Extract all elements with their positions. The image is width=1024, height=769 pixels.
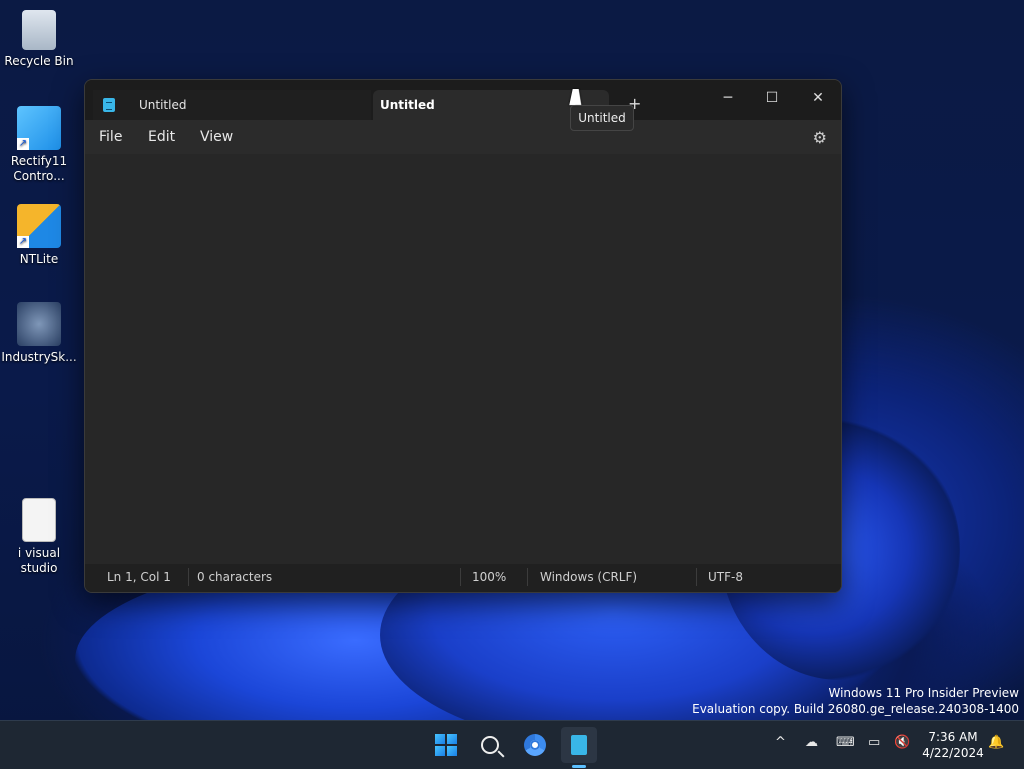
character-count: 0 characters [197,570,273,584]
menu-edit[interactable]: Edit [148,129,175,145]
search-icon [481,736,499,754]
evaluation-watermark: Windows 11 Pro Insider Preview Evaluatio… [692,685,1019,717]
browser-icon [524,734,546,756]
keyboard-icon[interactable]: ⌨ [836,735,855,750]
status-bar: Ln 1, Col 1 0 characters 100% Windows (C… [85,564,841,592]
desktop-icon-label: Recycle Bin [4,54,74,68]
cursor-position: Ln 1, Col 1 [107,570,171,584]
tab-tooltip: Untitled [570,105,634,131]
desktop-icon-label: NTLite [19,252,59,266]
text-file-icon [22,498,56,542]
notification-bell-icon[interactable]: 🔔 [988,735,1004,750]
watermark-line: Evaluation copy. Build 26080.ge_release.… [692,702,1019,716]
search-button[interactable] [472,727,508,763]
onedrive-offline-icon[interactable]: ☁ [805,735,818,750]
status-divider [696,568,697,586]
desktop-icon-recycle-bin[interactable]: Recycle Bin [0,10,78,69]
desktop-icon-ntlite[interactable]: ↗ NTLite [0,204,78,267]
recycle-bin-icon [22,10,56,50]
rectify11-icon: ↗ [17,106,61,150]
show-hidden-icons-button[interactable]: ^ [775,735,786,750]
status-divider [527,568,528,586]
taskbar-notepad[interactable] [561,727,597,763]
desktop-icon-label: Rectify11 Contro... [10,154,68,183]
taskbar-browser[interactable] [517,727,553,763]
zoom-level[interactable]: 100% [472,570,506,584]
tab-label: Untitled [139,98,187,112]
shortcut-arrow-icon: ↗ [17,236,29,248]
volume-muted-icon[interactable]: 🔇 [894,735,910,750]
close-button[interactable]: ✕ [795,84,841,112]
desktop-icon-text-file[interactable]: i visual studio [0,498,78,576]
clock-time: 7:36 AM [928,730,978,744]
tab-label: Untitled [380,98,435,112]
notepad-icon [103,98,115,112]
text-editor-area[interactable] [85,154,841,564]
menu-view[interactable]: View [200,129,233,145]
system-clock[interactable]: 7:36 AM 4/22/2024 [918,729,988,761]
title-bar[interactable]: Untitled Untitled + ─ ☐ ✕ [85,80,841,120]
desktop-icon-rectify11[interactable]: ↗ Rectify11 Contro... [0,106,78,184]
network-icon[interactable]: ▭ [868,735,880,750]
encoding[interactable]: UTF-8 [708,570,743,584]
maximize-button[interactable]: ☐ [749,84,795,112]
menu-bar: File Edit View ⚙ [85,120,841,154]
status-divider [188,568,189,586]
status-divider [460,568,461,586]
start-button[interactable] [428,727,464,763]
notepad-window: Untitled Untitled + ─ ☐ ✕ File Edit View… [84,79,842,593]
taskbar: ^ ☁ ⌨ ▭ 🔇 7:36 AM 4/22/2024 🔔 [0,720,1024,769]
notepad-icon [571,735,587,755]
clock-date: 4/22/2024 [922,746,984,760]
settings-gear-icon[interactable]: ⚙ [813,128,827,147]
windows-logo-icon [435,734,457,756]
desktop-icon-industrysketch[interactable]: IndustrySk... [0,302,78,365]
menu-file[interactable]: File [99,129,122,145]
watermark-line: Windows 11 Pro Insider Preview [828,686,1019,700]
shortcut-arrow-icon: ↗ [17,138,29,150]
minimize-button[interactable]: ─ [705,84,751,112]
line-ending[interactable]: Windows (CRLF) [540,570,637,584]
ntlite-icon: ↗ [17,204,61,248]
tab-untitled-1[interactable]: Untitled [93,90,371,120]
desktop-icon-label: i visual studio [17,546,61,575]
desktop-icon-label: IndustrySk... [1,350,77,364]
industrysketch-icon [17,302,61,346]
